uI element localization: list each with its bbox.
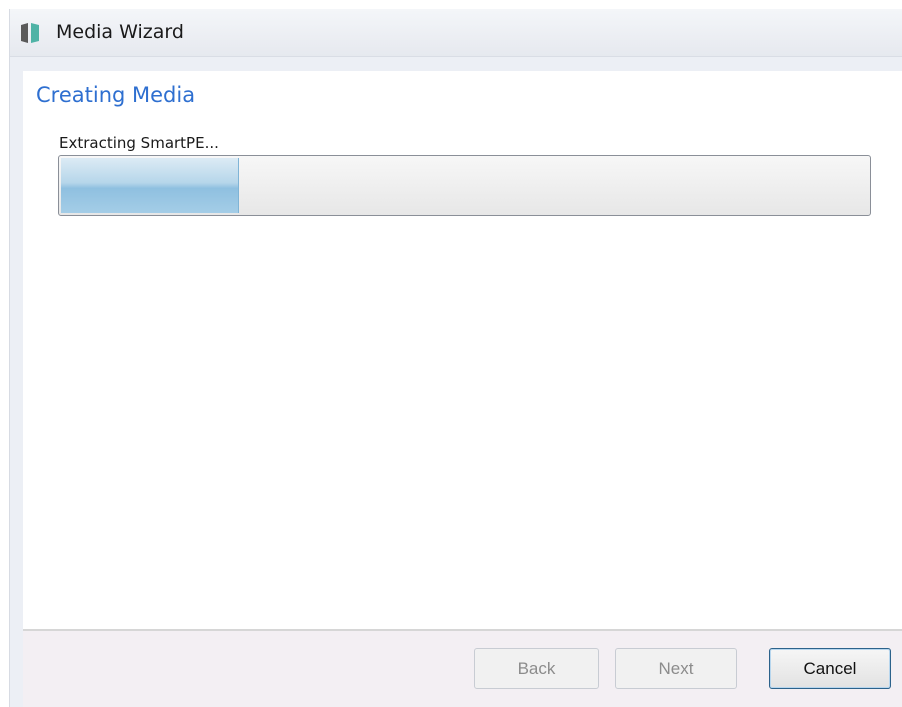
progress-track <box>61 158 868 213</box>
back-button[interactable]: Back <box>474 648 599 689</box>
progress-fill <box>61 158 239 213</box>
cancel-button[interactable]: Cancel <box>769 648 891 689</box>
next-button[interactable]: Next <box>615 648 737 689</box>
page-title: Creating Media <box>36 83 196 107</box>
title-bar[interactable]: Media Wizard <box>10 9 902 57</box>
media-wizard-window: Media Wizard Creating Media Extracting S… <box>9 9 902 707</box>
status-label: Extracting SmartPE... <box>59 134 219 152</box>
button-bar: Back Next Cancel <box>23 629 902 707</box>
progress-bar <box>58 155 871 216</box>
window-title: Media Wizard <box>56 21 184 43</box>
media-wizard-app-icon <box>21 23 39 43</box>
